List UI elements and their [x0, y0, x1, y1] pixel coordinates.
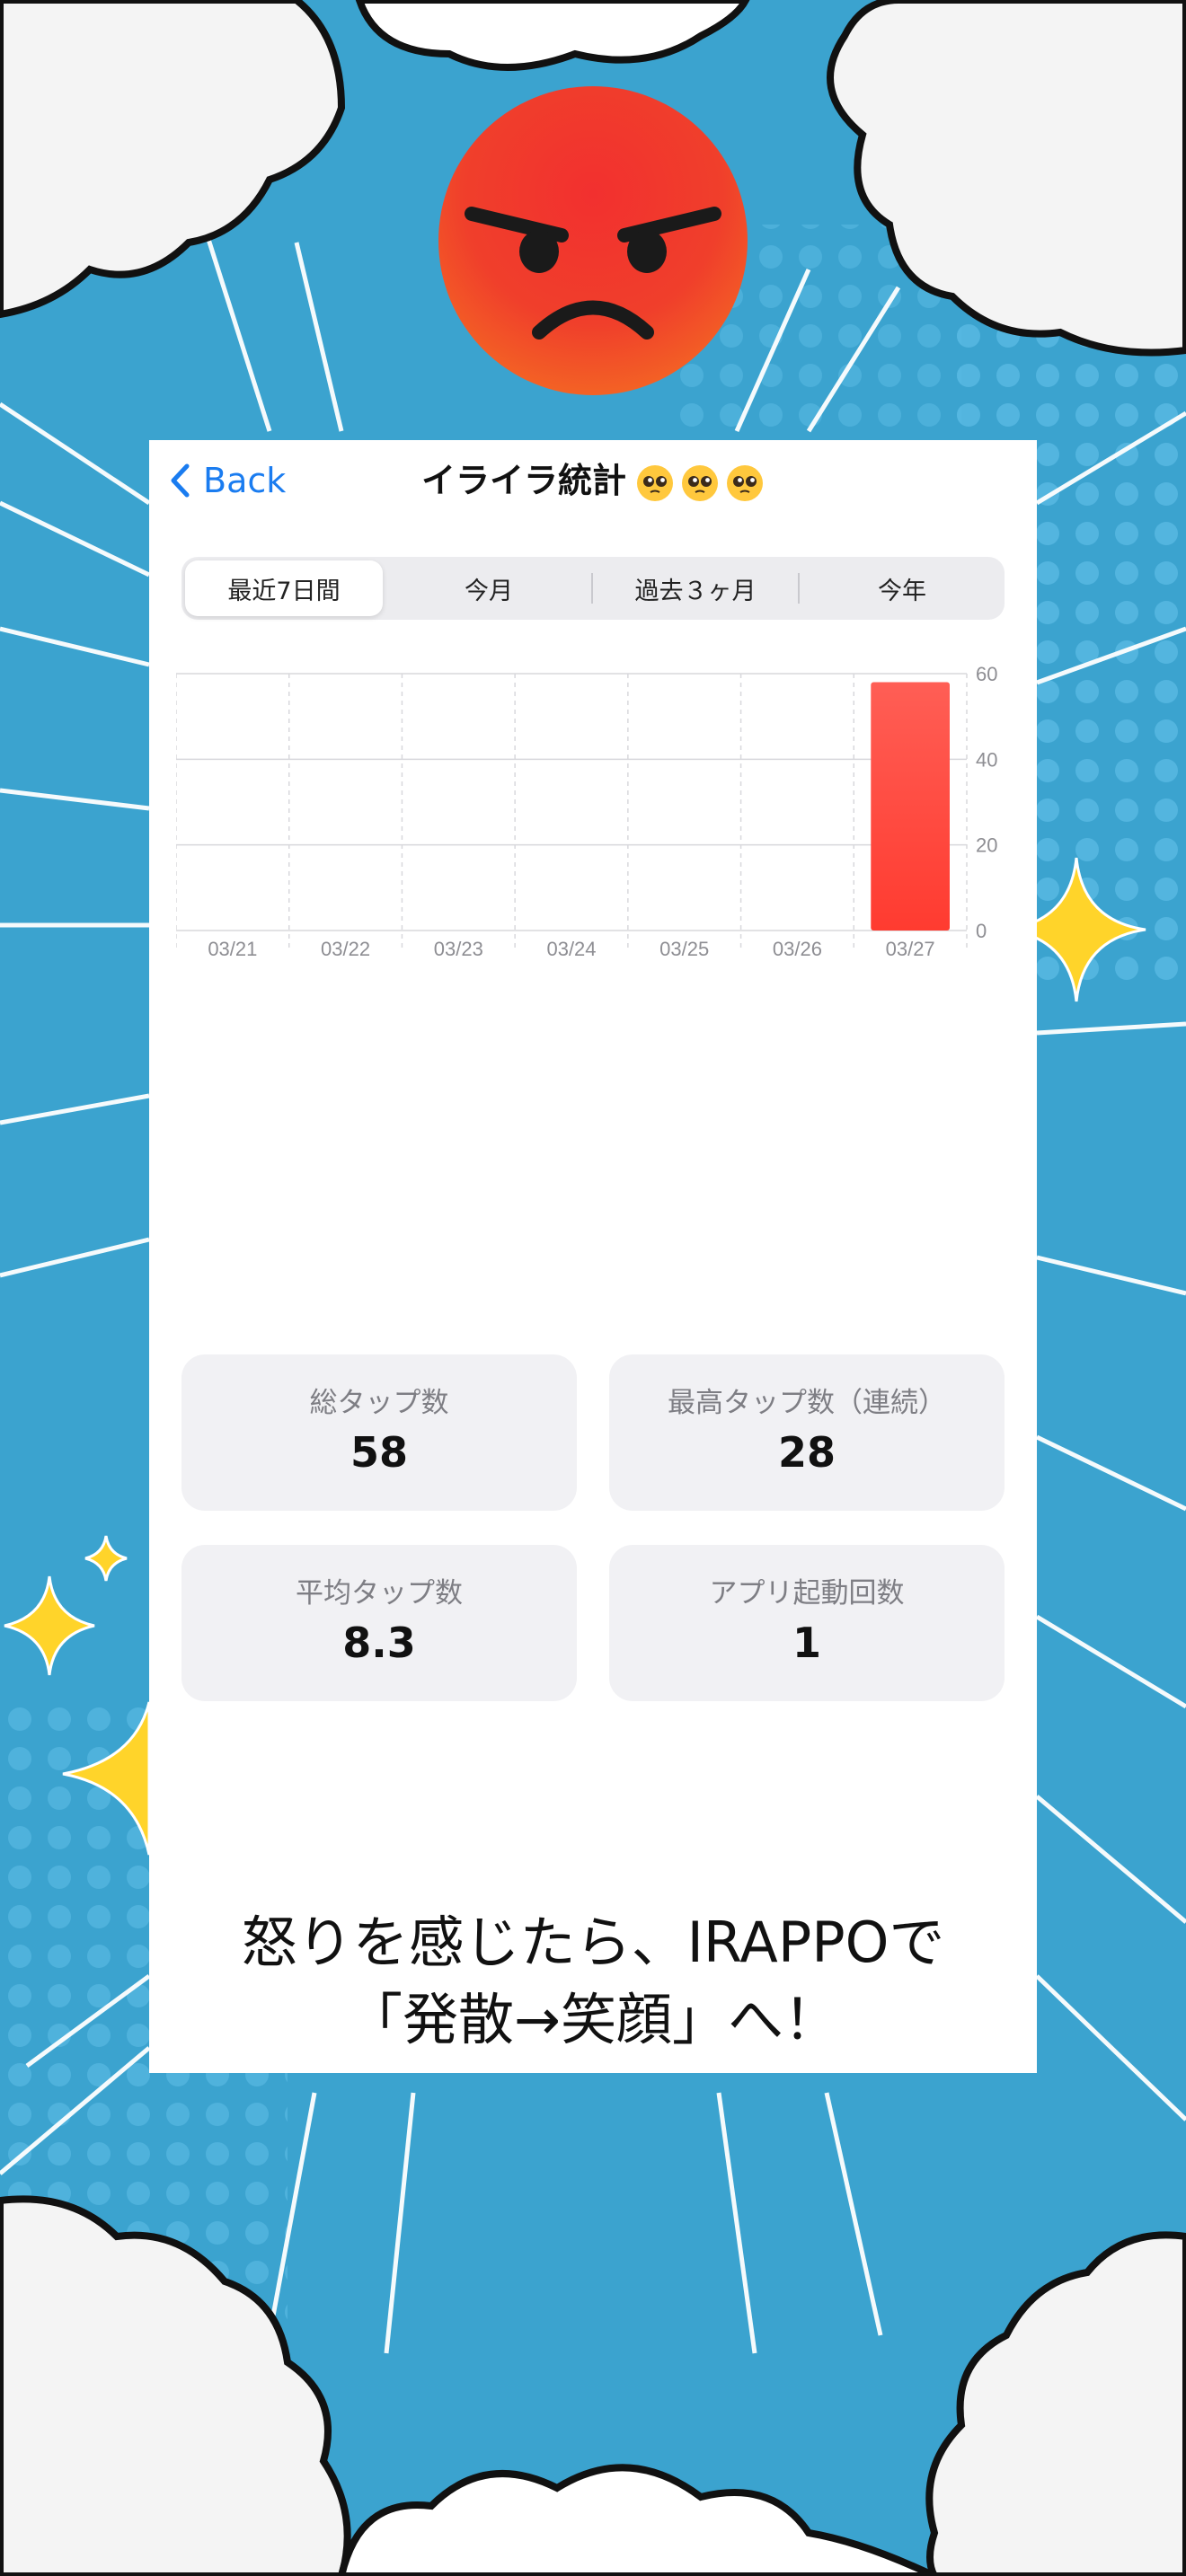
- tap-count-bar-chart: 0 20 40 60 03/21 03/22 03/23 03/24 03/25 03/26 03/…: [176, 665, 997, 960]
- promo-tagline: 怒りを感じたら、IRAPPOで 「発散→笑顔」へ！: [149, 1904, 1037, 2059]
- x-tick-label: 03/22: [321, 938, 370, 960]
- segment-divider: [591, 573, 593, 604]
- stat-card-total-taps: 総タップ数 58: [181, 1354, 577, 1511]
- pleading-face-icon: [727, 464, 763, 501]
- stat-label: 総タップ数: [309, 1387, 449, 1419]
- x-tick-label: 03/25: [659, 938, 709, 960]
- y-tick-label: 40: [976, 748, 997, 771]
- period-segmented-control: 最近7日間 今月 過去３ヶ月 今年: [181, 557, 1005, 620]
- tagline-line-1: 怒りを感じたら、IRAPPOで: [241, 1910, 945, 1975]
- tagline-line-2: 「発散→笑顔」へ！: [347, 1987, 839, 2052]
- stat-value: 28: [777, 1428, 836, 1477]
- segment-this-year[interactable]: 今年: [803, 560, 1001, 616]
- bar-03-27: [871, 682, 950, 931]
- segment-last-7-days[interactable]: 最近7日間: [185, 560, 383, 616]
- segment-this-month[interactable]: 今月: [390, 560, 588, 616]
- segment-label: 今年: [878, 577, 926, 605]
- y-tick-label: 0: [976, 920, 987, 942]
- page-title: イライラ統計: [420, 461, 626, 500]
- segment-label: 今月: [465, 577, 513, 605]
- segment-label: 最近7日間: [227, 577, 341, 605]
- x-tick-label: 03/27: [886, 938, 935, 960]
- stat-card-max-consecutive-taps: 最高タップ数（連続） 28: [609, 1354, 1005, 1511]
- angry-face-icon: [438, 86, 748, 395]
- stat-label: アプリ起動回数: [709, 1577, 905, 1610]
- x-tick-label: 03/23: [434, 938, 483, 960]
- stat-value: 8.3: [342, 1619, 416, 1667]
- stat-value: 1: [792, 1619, 821, 1667]
- y-tick-label: 20: [976, 834, 997, 857]
- stat-card-app-launches: アプリ起動回数 1: [609, 1545, 1005, 1701]
- stats-screen-card: Back イライラ統計 最近7日間 今月 過去３ヶ月 今年 0 20 40 60…: [149, 440, 1037, 2073]
- pleading-face-emojis: [630, 463, 765, 503]
- y-tick-label: 60: [976, 665, 997, 685]
- x-tick-label: 03/26: [773, 938, 822, 960]
- pleading-face-icon: [682, 464, 718, 501]
- stat-card-average-taps: 平均タップ数 8.3: [181, 1545, 577, 1701]
- stat-value: 58: [350, 1428, 408, 1477]
- page-title-row: イライラ統計: [149, 458, 1037, 503]
- navigation-bar: Back イライラ統計: [149, 440, 1037, 521]
- stat-label: 最高タップ数（連続）: [668, 1387, 946, 1419]
- segment-divider: [798, 573, 800, 604]
- stat-label: 平均タップ数: [296, 1577, 463, 1610]
- segment-label: 過去３ヶ月: [634, 577, 757, 605]
- x-tick-label: 03/21: [208, 938, 257, 960]
- x-tick-label: 03/24: [546, 938, 596, 960]
- segment-past-3-months[interactable]: 過去３ヶ月: [597, 560, 794, 616]
- pleading-face-icon: [637, 464, 673, 501]
